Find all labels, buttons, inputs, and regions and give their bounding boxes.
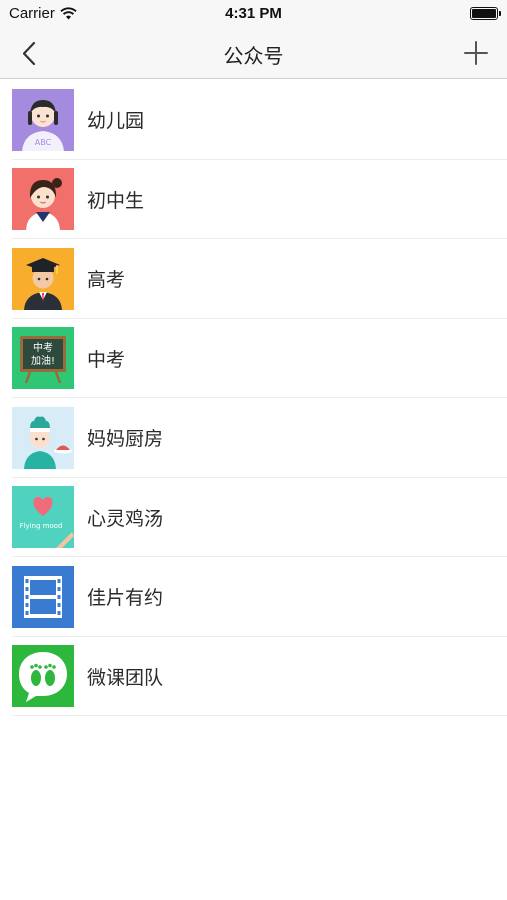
svg-text:中考: 中考 xyxy=(33,341,53,354)
list-item-label: 中考 xyxy=(87,348,126,371)
plus-icon xyxy=(464,41,488,65)
chalkboard-avatar: 中考 加油! xyxy=(12,327,74,390)
list-item-label: 高考 xyxy=(87,269,126,292)
chef-avatar xyxy=(12,406,74,469)
list-item-gaokao[interactable]: 高考 xyxy=(0,239,507,319)
middle-school-girl-avatar xyxy=(12,168,74,231)
list-item-label: 佳片有约 xyxy=(87,587,164,610)
add-button[interactable] xyxy=(463,40,489,66)
list-item-soul-soup[interactable]: Flying mood 心灵鸡汤 xyxy=(0,478,507,558)
page-title: 公众号 xyxy=(223,44,284,68)
list-item-label: 心灵鸡汤 xyxy=(87,507,164,530)
heart-avatar: Flying mood xyxy=(12,486,74,549)
kindergarten-girl-avatar: ABC xyxy=(12,88,74,151)
list-item-mom-kitchen[interactable]: 妈妈厨房 xyxy=(0,398,507,478)
status-time: 4:31 PM xyxy=(225,5,282,22)
navigation-bar: 公众号 xyxy=(0,28,507,79)
list-item-label: 微课团队 xyxy=(87,666,164,689)
list-item-label: 幼儿园 xyxy=(87,110,145,133)
list-item-micro-course-team[interactable]: 微课团队 xyxy=(0,637,507,717)
list-item-label: 妈妈厨房 xyxy=(87,428,164,451)
list-item-zhongkao[interactable]: 中考 加油! 中考 xyxy=(0,319,507,399)
account-list: ABC 幼儿园 初中生 高考 中考 加油! 中考 妈妈厨房 Flying moo… xyxy=(0,80,507,716)
svg-text:加油!: 加油! xyxy=(31,354,55,367)
list-item-label: 初中生 xyxy=(87,189,145,212)
film-strip-avatar xyxy=(12,565,74,628)
battery-icon xyxy=(470,7,501,20)
svg-text:ABC: ABC xyxy=(35,138,52,147)
svg-text:Flying mood: Flying mood xyxy=(20,522,63,530)
list-item-good-films[interactable]: 佳片有约 xyxy=(0,557,507,637)
graduate-avatar xyxy=(12,247,74,310)
status-bar: Carrier 4:31 PM xyxy=(0,0,507,28)
list-item-kindergarten[interactable]: ABC 幼儿园 xyxy=(0,80,507,160)
list-item-middle-school[interactable]: 初中生 xyxy=(0,160,507,240)
footprints-avatar xyxy=(12,645,74,708)
